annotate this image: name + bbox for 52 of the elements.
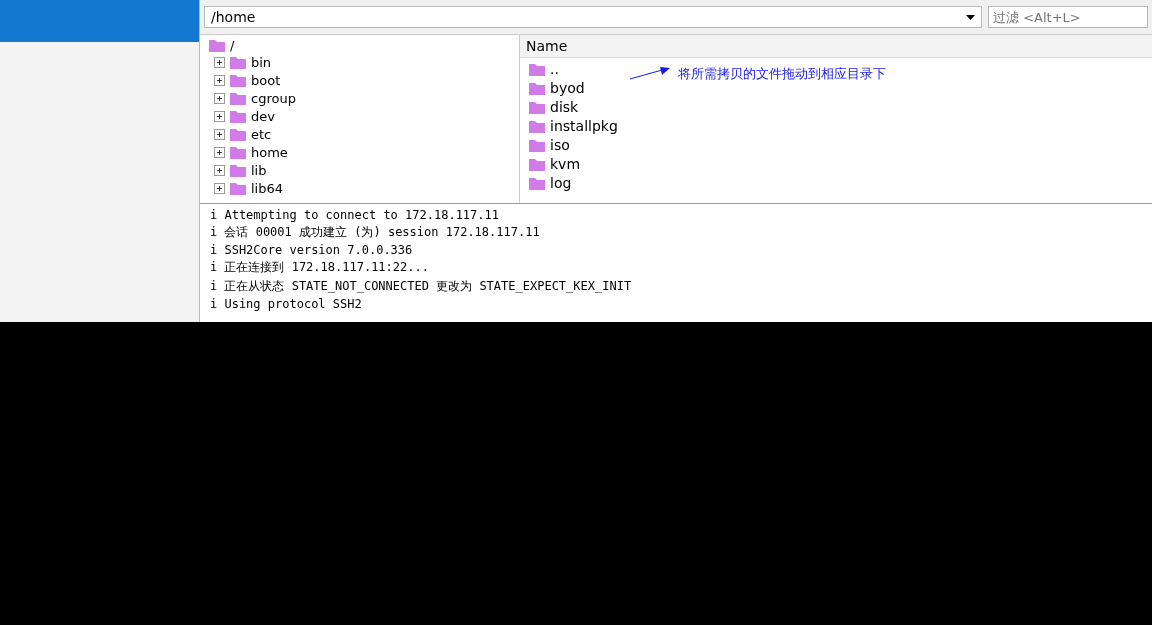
folder-icon (229, 126, 247, 142)
folder-icon (528, 80, 546, 96)
folder-icon (528, 118, 546, 134)
expand-icon[interactable] (214, 92, 225, 104)
log-line: i 会话 00001 成功建立 (为) session 172.18.117.11 (210, 224, 541, 241)
expand-icon[interactable] (214, 128, 225, 140)
column-header[interactable]: Name (520, 35, 1152, 58)
tree-item[interactable]: cgroup (251, 90, 296, 106)
annotation-text: 将所需拷贝的文件拖动到相应目录下 (678, 65, 886, 83)
file-item[interactable]: .. (550, 61, 559, 77)
tree-item[interactable]: dev (251, 108, 275, 124)
folder-icon (229, 72, 247, 88)
file-item[interactable]: byod (550, 80, 585, 96)
log-line: i Attempting to connect to 172.18.117.11 (210, 208, 500, 222)
folder-icon (528, 156, 546, 172)
expand-icon[interactable] (214, 182, 225, 194)
expand-icon[interactable] (214, 146, 225, 158)
expand-icon[interactable] (214, 164, 225, 176)
expand-icon[interactable] (214, 110, 225, 122)
tree-item[interactable]: home (251, 144, 288, 160)
folder-icon (528, 61, 546, 77)
tree-item[interactable]: bin (251, 54, 272, 70)
expand-icon[interactable] (214, 56, 225, 68)
folder-icon (229, 162, 247, 178)
folder-icon (229, 54, 247, 70)
path-dropdown[interactable]: /home (204, 6, 982, 28)
tree-item[interactable]: etc (251, 126, 272, 142)
folder-icon (528, 175, 546, 191)
file-item[interactable]: installpkg (550, 118, 618, 134)
folder-icon (229, 144, 247, 160)
caret-icon (966, 14, 975, 20)
tree-item[interactable]: boot (251, 72, 281, 88)
log-line: i 正在连接到 172.18.117.11:22... (210, 259, 430, 276)
file-item[interactable]: iso (550, 137, 570, 153)
log-line: i Using protocol SSH2 (210, 297, 363, 311)
filter-field[interactable]: 过滤 <Alt+L> (988, 6, 1148, 28)
folder-icon (208, 37, 226, 53)
tree-item[interactable]: lib64 (251, 180, 284, 196)
tree-item[interactable]: lib (251, 162, 267, 178)
log-line: i 正在从状态 STATE_NOT_CONNECTED 更改为 STATE_EXPECT_KEX_INIT (210, 278, 633, 295)
log-line: i SSH2Core version 7.0.0.336 (210, 243, 414, 257)
tree-item[interactable]: / (230, 37, 235, 53)
folder-icon (528, 137, 546, 153)
expand-icon[interactable] (214, 74, 225, 86)
file-item[interactable]: log (550, 175, 572, 191)
file-item[interactable]: disk (550, 99, 579, 115)
arrow-icon (630, 67, 670, 81)
folder-icon (229, 180, 247, 196)
folder-icon (528, 99, 546, 115)
folder-icon (229, 108, 247, 124)
folder-icon (229, 90, 247, 106)
file-item[interactable]: kvm (550, 156, 581, 172)
